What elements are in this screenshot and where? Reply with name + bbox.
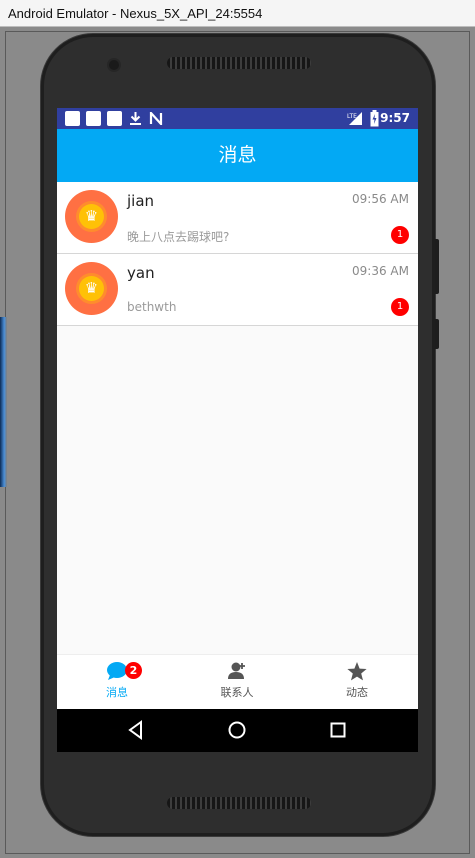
avatar: ♛ (65, 190, 118, 243)
bottom-speaker-grille (167, 797, 311, 809)
message-time: 09:36 AM (352, 264, 409, 278)
frame-glow (0, 317, 7, 487)
home-icon[interactable] (226, 719, 248, 741)
bottom-navigation: 2 消息 联系人 动态 (57, 654, 418, 710)
crown-icon: ♛ (79, 276, 104, 301)
nav-tab-moments[interactable]: 动态 (297, 655, 417, 710)
contacts-icon (228, 662, 245, 679)
unread-badge: 1 (391, 298, 409, 316)
crown-icon: ♛ (79, 204, 104, 229)
nav-label: 动态 (346, 686, 368, 699)
unread-badge: 1 (391, 226, 409, 244)
volume-button[interactable] (435, 239, 439, 294)
page-title: 消息 (218, 144, 257, 166)
nav-label: 消息 (106, 686, 128, 699)
back-icon[interactable] (125, 719, 147, 741)
nav-label: 联系人 (220, 686, 254, 699)
phone-screen: LTE 9:57 消息 ♛ jian 09:56 AM 晚上八点去踢球吧? 1 … (57, 108, 418, 752)
nav-badge: 2 (125, 662, 142, 679)
status-time: 9:57 (380, 111, 410, 125)
svg-text:LTE: LTE (347, 113, 357, 120)
notification-square-icon (65, 111, 80, 126)
power-button[interactable] (435, 319, 439, 349)
front-camera (109, 60, 119, 70)
star-icon (347, 662, 367, 681)
app-bar: 消息 (57, 129, 418, 182)
contact-name: yan (127, 264, 155, 282)
window-title-bar: Android Emulator - Nexus_5X_API_24:5554 (0, 0, 475, 27)
contact-name: jian (127, 192, 155, 210)
nav-tab-messages[interactable]: 2 消息 (57, 655, 177, 710)
download-icon (130, 112, 141, 125)
message-preview: bethwth (127, 300, 177, 314)
recents-icon[interactable] (327, 719, 349, 741)
window-title: Android Emulator - Nexus_5X_API_24:5554 (8, 6, 263, 21)
notification-square-icon (86, 111, 101, 126)
n-icon (149, 112, 163, 125)
lte-signal-icon: LTE (347, 112, 362, 125)
message-preview: 晚上八点去踢球吧? (127, 230, 230, 244)
message-time: 09:56 AM (352, 192, 409, 206)
conversation-item[interactable]: ♛ yan 09:36 AM bethwth 1 (57, 254, 418, 326)
conversation-item[interactable]: ♛ jian 09:56 AM 晚上八点去踢球吧? 1 (57, 182, 418, 254)
notification-square-icon (107, 111, 122, 126)
status-bar: LTE 9:57 (57, 108, 418, 129)
battery-icon (370, 110, 379, 127)
avatar: ♛ (65, 262, 118, 315)
conversation-list: ♛ jian 09:56 AM 晚上八点去踢球吧? 1 ♛ yan 09:36 … (57, 182, 418, 326)
nav-tab-contacts[interactable]: 联系人 (177, 655, 297, 710)
system-navigation-bar (57, 709, 418, 752)
top-speaker-grille (167, 57, 311, 69)
